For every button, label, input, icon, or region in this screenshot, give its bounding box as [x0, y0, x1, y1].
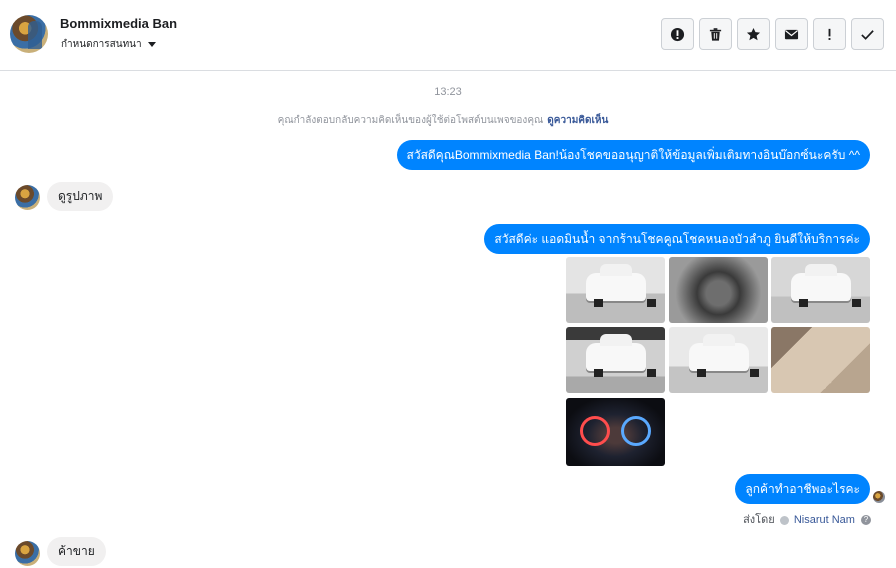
sender-name[interactable]: Nisarut Nam — [794, 514, 855, 526]
message-timestamp: 13:23 — [434, 86, 462, 98]
notice-text: คุณกำลังตอบกลับความคิดเห็นของผู้ใช้ต่อโพ… — [277, 115, 544, 126]
car-shape — [689, 334, 759, 377]
car-photo[interactable] — [771, 257, 870, 323]
contact-avatar[interactable] — [10, 15, 48, 53]
dashboard-photo[interactable] — [566, 398, 665, 466]
mark-unread-button[interactable] — [775, 18, 808, 50]
incoming-message[interactable]: ดูรูปภาพ — [47, 182, 114, 211]
done-button[interactable] — [851, 18, 884, 50]
sent-by-label: ส่งโดย — [743, 514, 775, 526]
envelope-icon — [784, 29, 799, 39]
gauge-shape — [580, 416, 610, 446]
interior-photo[interactable] — [771, 327, 870, 393]
car-photo[interactable] — [669, 327, 768, 393]
outgoing-message[interactable]: ลูกค้าทำอาชีพอะไรคะ — [735, 474, 870, 504]
car-shape — [586, 334, 656, 377]
contact-avatar-small[interactable] — [15, 541, 40, 566]
outgoing-message[interactable]: สวัสดีค่ะ แอดมินน้ำ จากร้านโชคคูณโชคหนอง… — [484, 224, 870, 254]
caret-down-icon — [147, 41, 156, 47]
assign-label: กำหนดการสนทนา — [61, 39, 142, 50]
gauge-shape — [621, 416, 651, 446]
incoming-message[interactable]: ค้าขาย — [47, 537, 106, 566]
contact-name[interactable]: Bommixmedia Ban — [60, 16, 177, 31]
star-button[interactable] — [737, 18, 770, 50]
action-toolbar — [661, 18, 884, 50]
outgoing-message[interactable]: สวัสดีคุณBommixmedia Ban!น้องโชคขออนุญาต… — [396, 140, 870, 170]
assign-conversation-dropdown[interactable]: กำหนดการสนทนา — [61, 37, 156, 52]
conversation-header: Bommixmedia Ban กำหนดการสนทนา — [0, 0, 896, 71]
exclamation-icon — [828, 28, 831, 40]
alert-circle-icon — [670, 27, 685, 41]
sender-avatar-icon — [779, 515, 789, 525]
car-shape — [791, 264, 861, 307]
spam-button[interactable] — [661, 18, 694, 50]
check-icon — [861, 29, 874, 40]
car-photo[interactable] — [566, 257, 665, 323]
car-photo[interactable] — [566, 327, 665, 393]
view-comment-link[interactable]: ดูความคิดเห็น — [547, 115, 608, 126]
engine-photo[interactable] — [669, 257, 768, 323]
comment-reply-notice: คุณกำลังตอบกลับความคิดเห็นของผู้ใช้ต่อโพ… — [0, 113, 886, 128]
contact-avatar-small[interactable] — [15, 185, 40, 210]
sent-by-line: ส่งโดย Nisarut Nam ? — [743, 510, 871, 528]
help-icon[interactable]: ? — [861, 515, 871, 526]
car-shape — [586, 264, 656, 307]
trash-icon — [709, 27, 722, 41]
seen-avatar — [873, 491, 885, 503]
delete-button[interactable] — [699, 18, 732, 50]
flag-button[interactable] — [813, 18, 846, 50]
star-icon — [746, 27, 761, 40]
